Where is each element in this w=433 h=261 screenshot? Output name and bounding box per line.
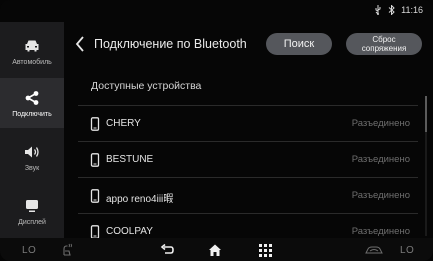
header: Подключение по Bluetooth Поиск Сброс соп… bbox=[64, 22, 433, 70]
phone-icon bbox=[90, 225, 100, 238]
page-title: Подключение по Bluetooth bbox=[94, 37, 247, 51]
seat-heat-icon[interactable] bbox=[60, 242, 74, 258]
device-status: Разъединено bbox=[351, 118, 410, 129]
device-name: COOLPAY bbox=[106, 226, 153, 237]
sidebar-item-label: Звук bbox=[24, 164, 40, 172]
phone-icon bbox=[90, 189, 100, 203]
sidebar-item-connect[interactable]: Подключить bbox=[0, 78, 64, 128]
sidebar-item-display[interactable]: Дисплей bbox=[0, 186, 64, 236]
back-icon[interactable] bbox=[74, 35, 86, 53]
usb-icon bbox=[374, 5, 382, 15]
device-row[interactable]: CHERY Разъединено bbox=[78, 105, 418, 141]
bluetooth-icon bbox=[388, 5, 395, 15]
status-bar: 11:16 bbox=[374, 3, 423, 17]
device-status: Разъединено bbox=[351, 154, 410, 165]
back-nav-icon[interactable] bbox=[160, 242, 174, 258]
sidebar-item-vehicle[interactable]: Автомобиль bbox=[0, 26, 64, 76]
reset-pairing-button[interactable]: Сброс сопряжения bbox=[346, 33, 422, 55]
home-icon[interactable] bbox=[208, 242, 222, 258]
sidebar-item-label: Дисплей bbox=[18, 218, 46, 226]
reset-pairing-label-line2: сопряжения bbox=[361, 44, 407, 53]
sidebar-item-label: Подключить bbox=[12, 110, 52, 118]
search-button[interactable]: Поиск bbox=[266, 33, 332, 55]
phone-icon bbox=[90, 153, 100, 167]
device-name: BESTUNE bbox=[106, 154, 154, 165]
left-temperature[interactable]: LO bbox=[22, 242, 36, 258]
reset-pairing-label-line1: Сброс bbox=[372, 35, 396, 44]
device-name: appo reno4iii暇 bbox=[106, 194, 174, 205]
clock: 11:16 bbox=[401, 5, 423, 15]
scrollbar-thumb[interactable] bbox=[425, 96, 427, 132]
sidebar: Автомобиль Подключить Звук Дисплей bbox=[0, 22, 64, 238]
sidebar-item-sound[interactable]: Звук bbox=[0, 132, 64, 182]
apps-grid-icon[interactable] bbox=[259, 242, 272, 258]
bottom-bar: LO LO bbox=[0, 238, 433, 261]
right-temperature[interactable]: LO bbox=[400, 242, 414, 258]
device-row[interactable]: appo reno4iii暇 Разъединено bbox=[78, 177, 418, 213]
share-icon bbox=[21, 89, 43, 107]
device-name: CHERY bbox=[106, 118, 141, 129]
device-status: Разъединено bbox=[351, 190, 410, 201]
sidebar-item-label: Автомобиль bbox=[12, 58, 52, 66]
speaker-icon bbox=[21, 143, 43, 161]
device-status: Разъединено bbox=[351, 226, 410, 237]
phone-icon bbox=[90, 117, 100, 131]
display-icon bbox=[21, 197, 43, 215]
device-row[interactable]: COOLPAY Разъединено bbox=[78, 213, 418, 238]
air-recirculation-icon[interactable] bbox=[364, 242, 384, 258]
screen: 11:16 Автомобиль Подключить Звук Дисплей… bbox=[0, 0, 433, 261]
car-icon bbox=[21, 37, 43, 55]
section-title: Доступные устройства bbox=[91, 80, 202, 92]
device-row[interactable]: BESTUNE Разъединено bbox=[78, 141, 418, 177]
